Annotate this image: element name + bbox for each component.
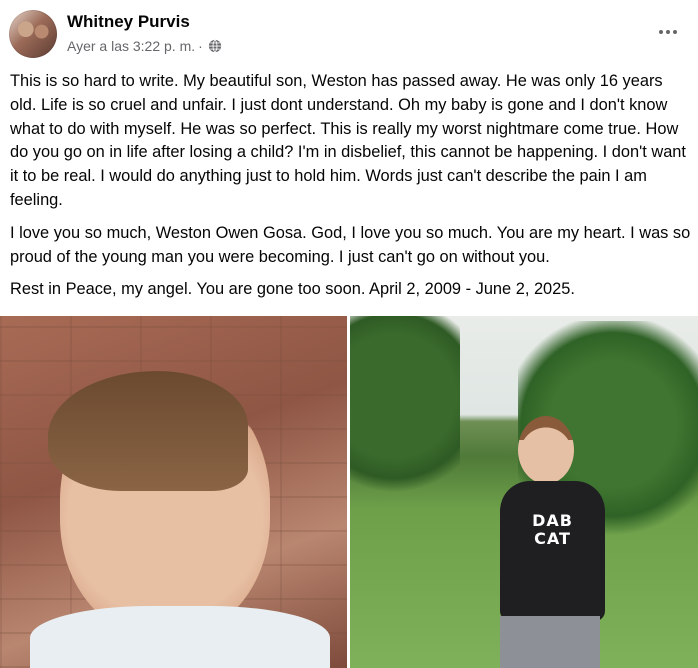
photo-subject-shorts	[500, 616, 600, 668]
meta-separator: ·	[198, 38, 203, 54]
post-body: This is so hard to write. My beautiful s…	[10, 70, 692, 311]
globe-icon[interactable]	[208, 39, 222, 53]
post-timestamp[interactable]: Ayer a las 3:22 p. m.	[67, 38, 195, 54]
post-paragraph-3: Rest in Peace, my angel. You are gone to…	[10, 280, 575, 299]
photo-subject-shirt	[500, 481, 605, 621]
photo-subject-shirt	[30, 606, 330, 668]
photo-boy-brick-wall[interactable]	[0, 316, 347, 668]
post-paragraph-1: This is so hard to write. My beautiful s…	[10, 72, 686, 209]
photo-tree-left	[350, 316, 460, 516]
more-options-icon[interactable]	[656, 20, 680, 44]
post-header: Whitney Purvis Ayer a las 3:22 p. m. ·	[0, 0, 698, 68]
photo-subject-head	[518, 416, 574, 484]
photo-grid: DAB CAT	[0, 316, 698, 668]
shirt-print-text: DAB CAT	[532, 511, 573, 548]
photo-boy-park[interactable]: DAB CAT	[350, 316, 698, 668]
post-meta: Ayer a las 3:22 p. m. ·	[67, 38, 222, 54]
author-name[interactable]: Whitney Purvis	[67, 12, 190, 32]
photo-subject-hair	[48, 371, 248, 491]
author-avatar[interactable]	[9, 10, 57, 58]
post-paragraph-2: I love you so much, Weston Owen Gosa. Go…	[10, 223, 691, 266]
